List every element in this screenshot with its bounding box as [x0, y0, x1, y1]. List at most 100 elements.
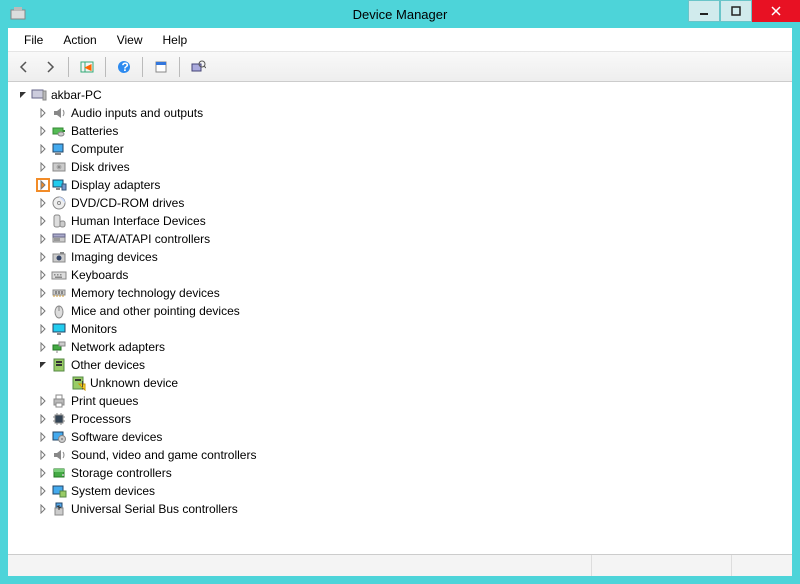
svg-text:?: ?	[122, 60, 129, 74]
svg-text:!: !	[81, 379, 84, 392]
expand-arrow-icon[interactable]	[36, 340, 50, 354]
help-button[interactable]: ?	[112, 55, 136, 79]
tree-item-label: Software devices	[71, 428, 162, 446]
tree-item[interactable]: Print queues	[10, 392, 790, 410]
expand-arrow-icon[interactable]	[36, 214, 50, 228]
camera-icon	[51, 249, 67, 265]
tree-item-label: DVD/CD-ROM drives	[71, 194, 184, 212]
tree-item[interactable]: Network adapters	[10, 338, 790, 356]
expand-arrow-icon[interactable]	[36, 142, 50, 156]
tree-item-label: Human Interface Devices	[71, 212, 206, 230]
expand-arrow-icon[interactable]	[36, 304, 50, 318]
cpu-icon	[51, 411, 67, 427]
tree-item-label: Audio inputs and outputs	[71, 104, 203, 122]
system-icon	[51, 483, 67, 499]
properties-button[interactable]	[149, 55, 173, 79]
tree-item-label: System devices	[71, 482, 155, 500]
tree-child-label: Unknown device	[90, 374, 178, 392]
tree-item[interactable]: Memory technology devices	[10, 284, 790, 302]
tree-item[interactable]: Disk drives	[10, 158, 790, 176]
separator	[105, 57, 106, 77]
expand-arrow-icon[interactable]	[36, 160, 50, 174]
ide-icon	[51, 231, 67, 247]
disk-icon	[51, 159, 67, 175]
tree-item[interactable]: Keyboards	[10, 266, 790, 284]
software-icon	[51, 429, 67, 445]
app-icon	[10, 6, 26, 25]
menu-help[interactable]: Help	[153, 30, 198, 50]
battery-icon	[51, 123, 67, 139]
window-title: Device Manager	[0, 7, 800, 22]
tree-item[interactable]: Storage controllers	[10, 464, 790, 482]
expand-arrow-icon[interactable]	[36, 466, 50, 480]
root-label: akbar-PC	[51, 86, 102, 104]
maximize-button[interactable]	[720, 0, 752, 22]
minimize-button[interactable]	[688, 0, 720, 22]
statusbar	[8, 554, 792, 576]
tree-item[interactable]: Human Interface Devices	[10, 212, 790, 230]
tree-item[interactable]: Audio inputs and outputs	[10, 104, 790, 122]
collapse-arrow-icon[interactable]	[16, 88, 30, 102]
content-area: File Action View Help ◄ ? akbar-PCAudio …	[8, 28, 792, 576]
tree-item[interactable]: Imaging devices	[10, 248, 790, 266]
tree-item-label: Mice and other pointing devices	[71, 302, 240, 320]
device-tree[interactable]: akbar-PCAudio inputs and outputsBatterie…	[8, 82, 792, 554]
tree-item[interactable]: DVD/CD-ROM drives	[10, 194, 790, 212]
toolbar: ◄ ?	[8, 52, 792, 82]
tree-item[interactable]: Software devices	[10, 428, 790, 446]
expand-arrow-icon[interactable]	[36, 448, 50, 462]
expand-arrow-icon[interactable]	[36, 502, 50, 516]
display-icon	[51, 177, 67, 193]
tree-item[interactable]: Other devices	[10, 356, 790, 374]
tree-item-label: Sound, video and game controllers	[71, 446, 256, 464]
menu-view[interactable]: View	[107, 30, 153, 50]
tree-item[interactable]: Mice and other pointing devices	[10, 302, 790, 320]
device-manager-window: Device Manager File Action View Help ◄	[0, 0, 800, 584]
tree-item[interactable]: Batteries	[10, 122, 790, 140]
expand-arrow-icon[interactable]	[36, 196, 50, 210]
expand-arrow-icon[interactable]	[36, 286, 50, 300]
tree-item[interactable]: System devices	[10, 482, 790, 500]
menu-file[interactable]: File	[14, 30, 53, 50]
tree-item-label: Processors	[71, 410, 131, 428]
expand-arrow-icon[interactable]	[36, 250, 50, 264]
expand-arrow-icon[interactable]	[36, 268, 50, 282]
separator	[179, 57, 180, 77]
tree-item[interactable]: IDE ATA/ATAPI controllers	[10, 230, 790, 248]
sound-icon	[51, 447, 67, 463]
expand-arrow-icon[interactable]	[36, 232, 50, 246]
usb-icon	[51, 501, 67, 517]
tree-item[interactable]: Processors	[10, 410, 790, 428]
menu-action[interactable]: Action	[53, 30, 106, 50]
keyboard-icon	[51, 267, 67, 283]
unknown-icon: !	[70, 375, 86, 391]
expand-arrow-icon[interactable]	[36, 430, 50, 444]
tree-child-item[interactable]: ! Unknown device	[10, 374, 790, 392]
forward-button[interactable]	[38, 55, 62, 79]
tree-item[interactable]: Display adapters	[10, 176, 790, 194]
tree-item[interactable]: Universal Serial Bus controllers	[10, 500, 790, 518]
tree-root[interactable]: akbar-PC	[10, 86, 790, 104]
collapse-arrow-icon[interactable]	[36, 358, 50, 372]
menubar: File Action View Help	[8, 28, 792, 52]
expand-arrow-highlighted-icon[interactable]	[36, 178, 50, 192]
show-hide-tree-button[interactable]: ◄	[75, 55, 99, 79]
separator	[68, 57, 69, 77]
back-button[interactable]	[12, 55, 36, 79]
titlebar[interactable]: Device Manager	[0, 0, 800, 28]
expand-arrow-icon[interactable]	[36, 394, 50, 408]
expand-arrow-icon[interactable]	[36, 412, 50, 426]
tree-item-label: Display adapters	[71, 176, 160, 194]
expand-arrow-icon[interactable]	[36, 484, 50, 498]
expand-arrow-icon[interactable]	[36, 124, 50, 138]
speaker-icon	[51, 105, 67, 121]
expand-arrow-icon[interactable]	[36, 106, 50, 120]
monitor-icon	[51, 321, 67, 337]
tree-item[interactable]: Sound, video and game controllers	[10, 446, 790, 464]
tree-item[interactable]: Monitors	[10, 320, 790, 338]
expand-arrow-icon[interactable]	[36, 322, 50, 336]
close-button[interactable]	[752, 0, 800, 22]
scan-button[interactable]	[186, 55, 210, 79]
tree-item[interactable]: Computer	[10, 140, 790, 158]
other-icon	[51, 357, 67, 373]
